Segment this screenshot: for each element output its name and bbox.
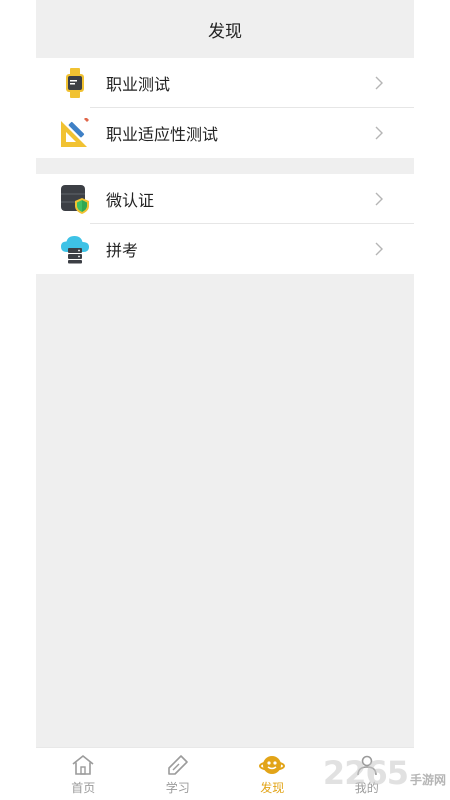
database-shield-icon xyxy=(60,184,90,214)
menu-item-label: 职业适应性测试 xyxy=(106,125,219,144)
discover-screen: 发现 职业测试 职业适应性测试 微认证 拼考 首页 学习 发现 我的 xyxy=(36,0,414,800)
watermark-text: 手游网 xyxy=(409,773,446,787)
menu-item-label: 职业测试 xyxy=(106,75,171,94)
menu-item-micro-certification[interactable]: 微认证 xyxy=(36,174,414,224)
top-bar: 发现 xyxy=(36,0,414,58)
tab-mine[interactable]: 我的 xyxy=(320,748,415,800)
tab-label: 发现 xyxy=(260,780,285,795)
chevron-right-icon xyxy=(372,126,386,140)
tab-discover[interactable]: 发现 xyxy=(225,748,320,800)
cloud-server-icon xyxy=(60,234,90,264)
smartwatch-icon xyxy=(60,68,90,98)
chevron-right-icon xyxy=(372,242,386,256)
pen-icon xyxy=(165,753,191,777)
discover-icon xyxy=(259,753,286,777)
tab-label: 我的 xyxy=(354,780,379,795)
tab-label: 学习 xyxy=(165,780,190,795)
ruler-pencil-icon xyxy=(60,118,90,148)
chevron-right-icon xyxy=(372,192,386,206)
menu-item-career-test[interactable]: 职业测试 xyxy=(36,58,414,108)
menu-group-1: 职业测试 职业适应性测试 xyxy=(36,58,414,158)
page-title: 发现 xyxy=(208,21,242,42)
group-spacer xyxy=(36,158,414,174)
menu-item-label: 微认证 xyxy=(106,191,155,210)
bottom-tab-bar: 首页 学习 发现 我的 xyxy=(36,747,414,800)
tab-study[interactable]: 学习 xyxy=(131,748,226,800)
tab-label: 首页 xyxy=(71,780,96,795)
home-icon xyxy=(70,753,96,777)
chevron-right-icon xyxy=(372,76,386,90)
user-icon xyxy=(354,753,380,777)
menu-item-career-adaptability-test[interactable]: 职业适应性测试 xyxy=(36,108,414,158)
tab-home[interactable]: 首页 xyxy=(36,748,131,800)
menu-item-pinkao[interactable]: 拼考 xyxy=(36,224,414,274)
menu-group-2: 微认证 拼考 xyxy=(36,174,414,274)
menu-item-label: 拼考 xyxy=(106,241,139,260)
